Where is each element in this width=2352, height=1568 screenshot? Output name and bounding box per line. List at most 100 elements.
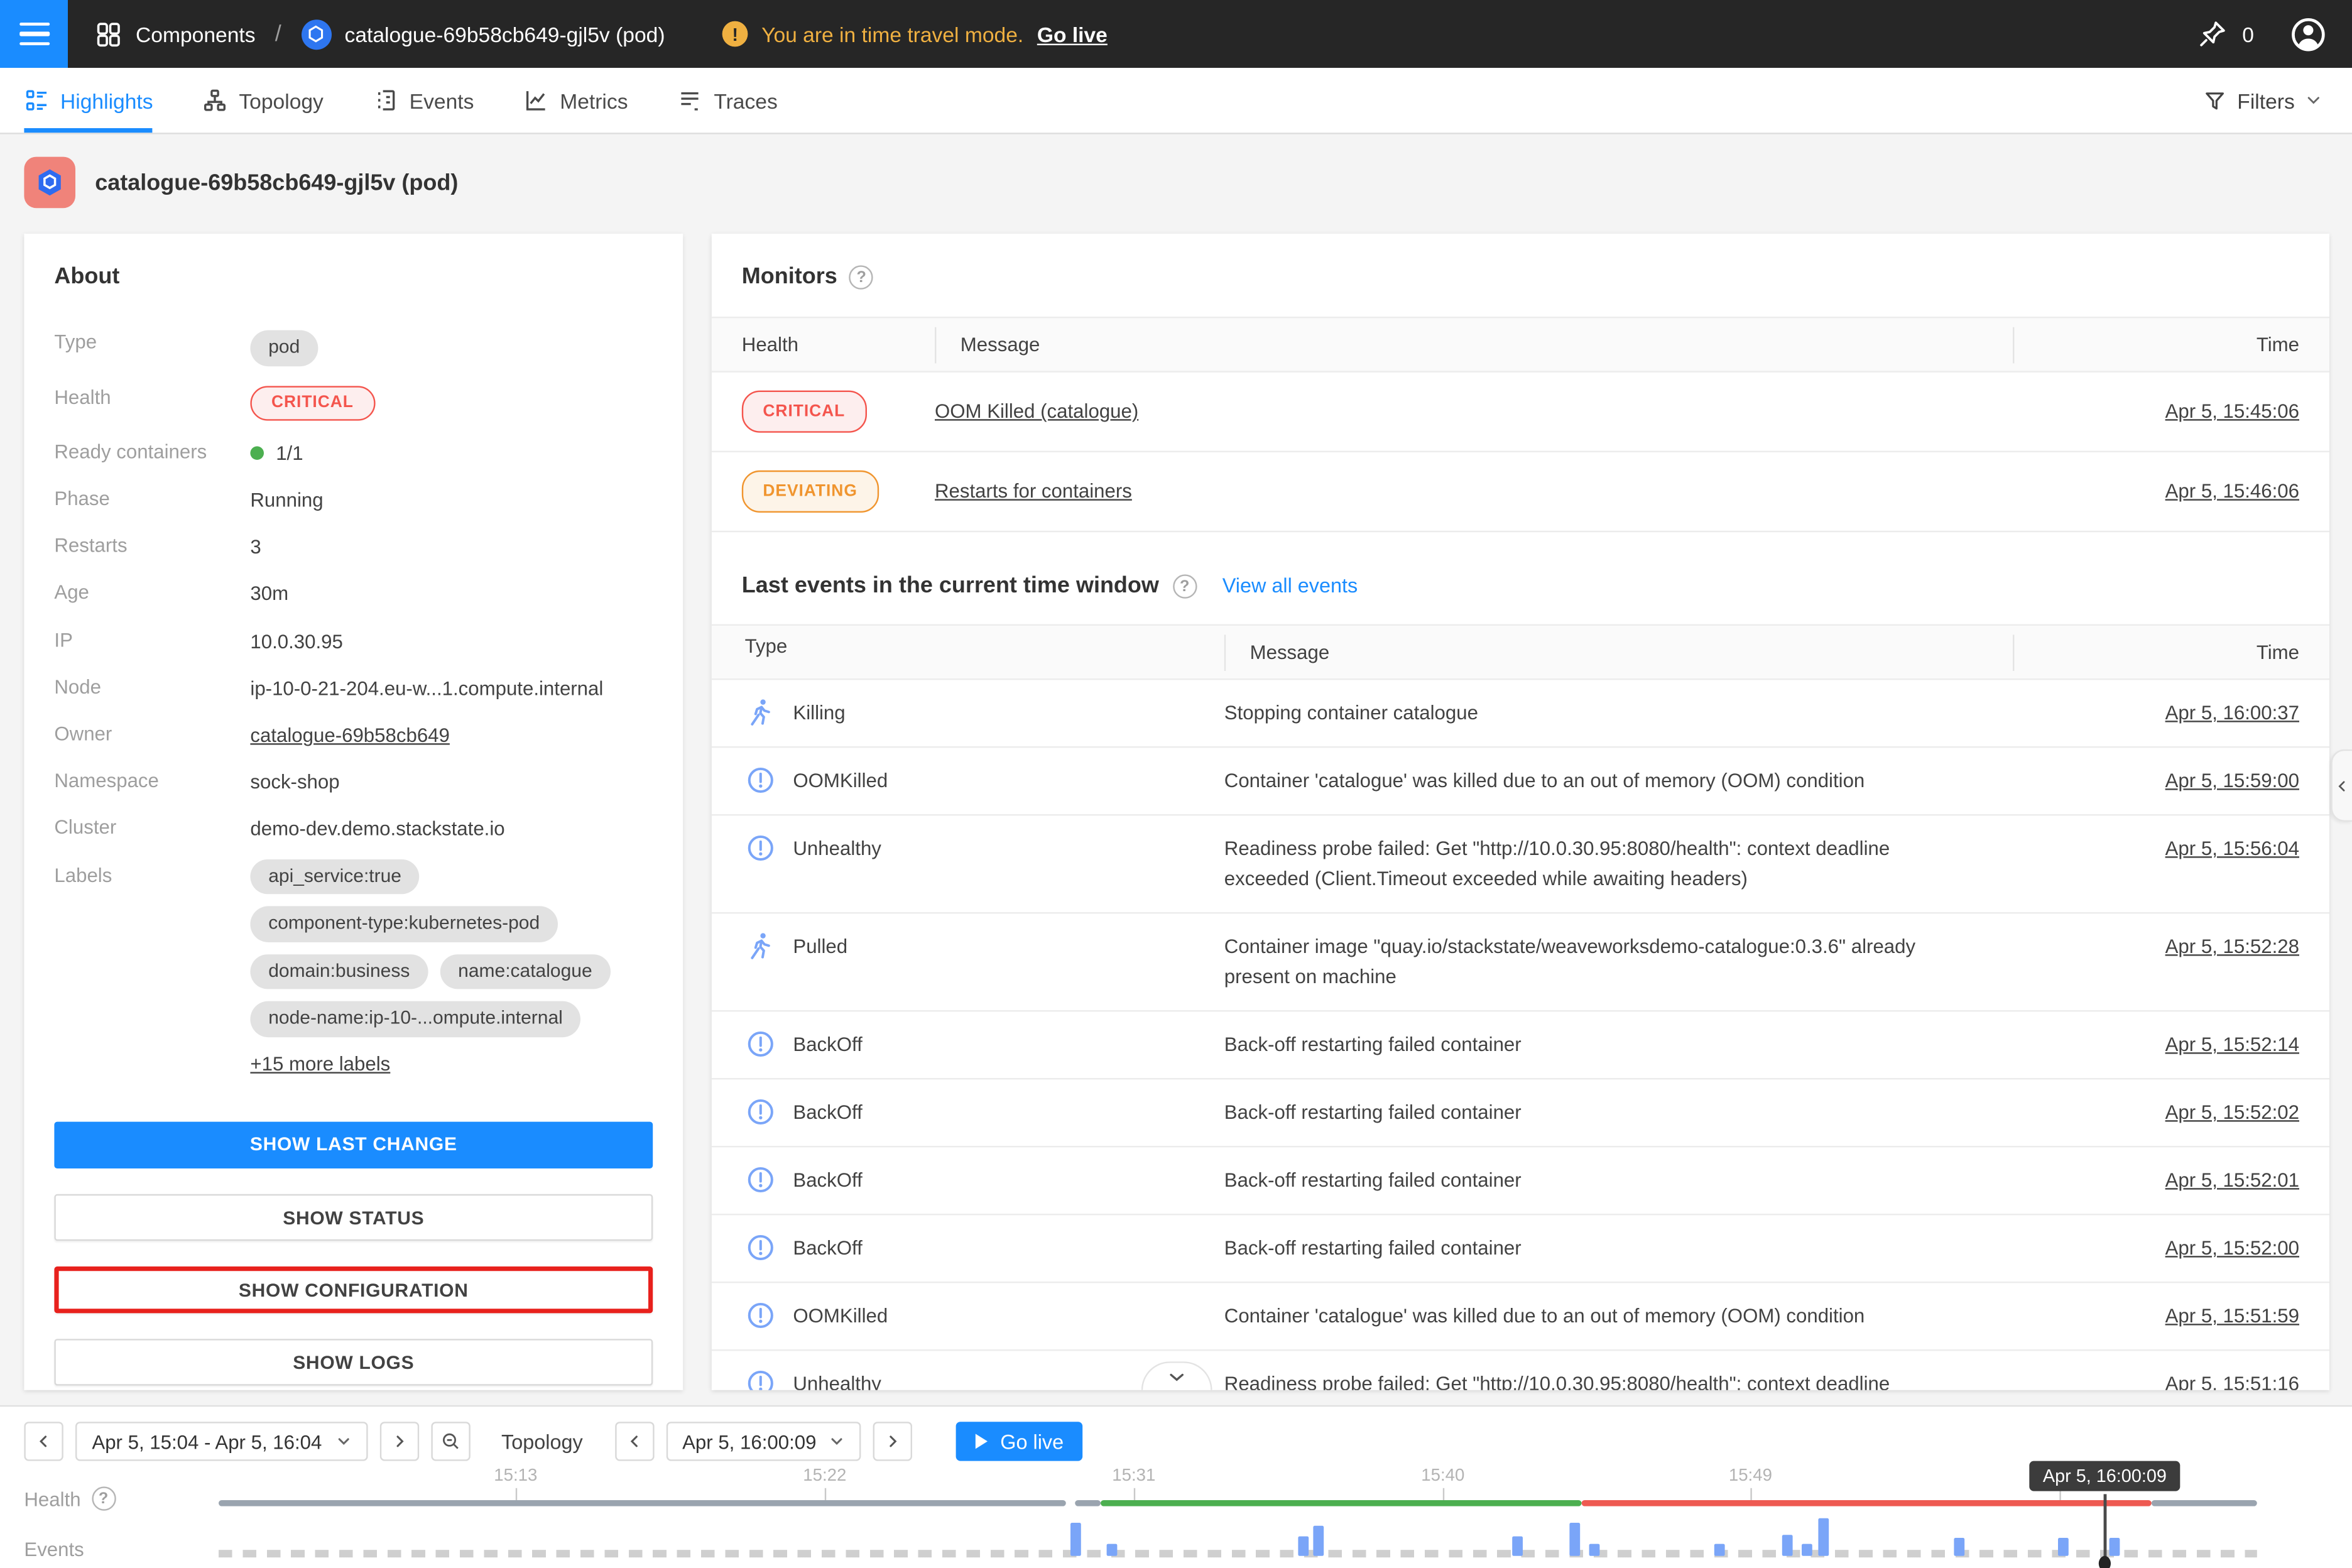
monitors-table-header: Health Message Time [712,317,2329,373]
pod-entity-icon [301,19,331,49]
filters-button[interactable]: Filters [2202,68,2322,133]
view-all-events-link[interactable]: View all events [1222,574,1358,597]
labels-list: api_service:true component-type:kubernet… [250,859,653,1037]
owner-link[interactable]: catalogue-69b58cb649 [250,724,449,746]
breadcrumb-entity[interactable]: catalogue-69b58cb649-gjl5v (pod) [345,22,665,46]
col-header-type: Type [742,634,1224,670]
runner-icon [745,930,776,962]
show-logs-button[interactable]: SHOW LOGS [54,1339,653,1385]
event-row: BackOff Back-off restarting failed conta… [712,1215,2329,1283]
collapse-panel-handle[interactable] [2331,749,2352,822]
event-histogram-bar [1313,1526,1324,1556]
warning-icon [722,21,748,47]
field-ip: IP 10.0.30.95 [54,624,653,656]
monitor-link[interactable]: Restarts for containers [935,479,1132,502]
field-labels: Labels api_service:true component-type:k… [54,859,653,1077]
event-row: OOMKilled Container 'catalogue' was kill… [712,1283,2329,1351]
monitor-time-link[interactable]: Apr 5, 15:46:06 [2165,476,2299,506]
breadcrumb: Components / catalogue-69b58cb649-gjl5v … [95,19,665,49]
filters-label: Filters [2237,88,2295,112]
events-heading: Last events in the current time window [742,573,1159,599]
events-list-icon [373,87,399,113]
help-icon[interactable] [849,264,873,288]
event-histogram-bar [1298,1537,1309,1556]
topbar-right: 0 [2197,14,2328,53]
event-time-link[interactable]: Apr 5, 15:52:01 [2165,1165,2299,1195]
event-row: OOMKilled Container 'catalogue' was kill… [712,748,2329,815]
event-time-link[interactable]: Apr 5, 15:59:00 [2165,766,2299,796]
field-health: Health CRITICAL [54,381,653,420]
help-icon[interactable] [1173,574,1197,597]
tab-events[interactable]: Events [373,68,474,133]
field-type: Type pod [54,325,653,366]
event-time-link[interactable]: Apr 5, 15:52:02 [2165,1097,2299,1128]
page-title-row: catalogue-69b58cb649-gjl5v (pod) [24,157,458,209]
event-histogram-bar [1782,1535,1793,1556]
pod-type-icon [24,157,75,209]
tab-highlights[interactable]: Highlights [24,68,153,133]
field-cluster: Cluster demo-dev.demo.stackstate.io [54,812,653,844]
events-table-header: Type Message Time [712,624,2329,680]
field-node: Node ip-10-0-21-204.eu-w...1.compute.int… [54,671,653,703]
timeline-tick-label: 15:22 [803,1467,846,1485]
view-tab-bar: Highlights Topology Events Metrics Trace… [0,68,2352,134]
monitor-link[interactable]: OOM Killed (catalogue) [935,400,1138,422]
label-pill: name:catalogue [440,954,610,989]
health-status-badge: CRITICAL [250,385,374,420]
more-labels-link[interactable]: +15 more labels [250,1050,390,1078]
event-histogram-bar [1954,1538,1964,1556]
health-segment-critical [1582,1500,2152,1506]
health-segment-unknown [219,1500,1066,1506]
tab-topology[interactable]: Topology [203,68,324,133]
event-row: Pulled Container image "quay.io/stacksta… [712,913,2329,1011]
event-histogram-bar [1070,1523,1081,1556]
event-histogram-bar [1589,1544,1600,1556]
hamburger-menu-button[interactable] [0,0,68,68]
event-row: Unhealthy Readiness probe failed: Get "h… [712,815,2329,913]
event-time-link[interactable]: Apr 5, 15:52:28 [2165,932,2299,962]
components-grid-icon [95,20,122,47]
event-time-link[interactable]: Apr 5, 16:00:37 [2165,698,2299,728]
topology-icon [203,87,229,113]
main-card: Monitors Health Message Time CRITICAL OO… [712,234,2329,1390]
tab-traces[interactable]: Traces [678,68,778,133]
health-segment-unknown [2152,1500,2257,1506]
event-row: BackOff Back-off restarting failed conta… [712,1079,2329,1147]
event-time-link[interactable]: Apr 5, 15:51:59 [2165,1301,2299,1331]
health-segment-healthy [1101,1500,1582,1506]
time-marker-tooltip: Apr 5, 16:00:09 [2029,1461,2180,1491]
timeline-plot[interactable]: Apr 5, 16:00:09 15:1315:2215:3115:4015:4… [0,1407,2352,1568]
event-histogram-bar [1107,1544,1118,1556]
show-configuration-button[interactable]: SHOW CONFIGURATION [54,1266,653,1312]
show-last-change-button[interactable]: SHOW LAST CHANGE [54,1121,653,1168]
event-histogram-bar [2110,1538,2120,1556]
col-header-time: Time [2013,634,2299,670]
go-live-link[interactable]: Go live [1037,22,1108,46]
pin-icon[interactable] [2197,18,2228,50]
field-namespace: Namespace sock-shop [54,765,653,797]
time-marker-dot[interactable] [2099,1556,2111,1568]
event-time-link[interactable]: Apr 5, 15:51:16 [2165,1369,2299,1390]
app-window: Components / catalogue-69b58cb649-gjl5v … [0,0,2352,1568]
about-card: About Type pod Health CRITICAL Ready con… [24,234,683,1390]
timeline-tick-label: 15:40 [1421,1467,1464,1485]
time-travel-text: You are in time travel mode. [761,22,1023,46]
alert-icon [745,1028,776,1060]
event-time-link[interactable]: Apr 5, 15:52:00 [2165,1233,2299,1263]
event-time-link[interactable]: Apr 5, 15:52:14 [2165,1030,2299,1060]
ready-status-dot [250,446,264,460]
field-ready-containers: Ready containers 1/1 [54,435,653,467]
monitor-time-link[interactable]: Apr 5, 15:45:06 [2165,396,2299,427]
tab-label: Metrics [560,88,628,112]
show-status-button[interactable]: SHOW STATUS [54,1194,653,1240]
events-heading-row: Last events in the current time window V… [742,573,2299,599]
event-time-link[interactable]: Apr 5, 15:56:04 [2165,834,2299,864]
alert-icon [745,832,776,864]
events-baseline [219,1550,2257,1557]
alert-icon [745,1096,776,1128]
user-avatar[interactable] [2289,14,2328,53]
time-marker-line[interactable] [2104,1494,2106,1562]
alert-icon [745,765,776,796]
breadcrumb-section[interactable]: Components [136,22,256,46]
tab-metrics[interactable]: Metrics [524,68,628,133]
